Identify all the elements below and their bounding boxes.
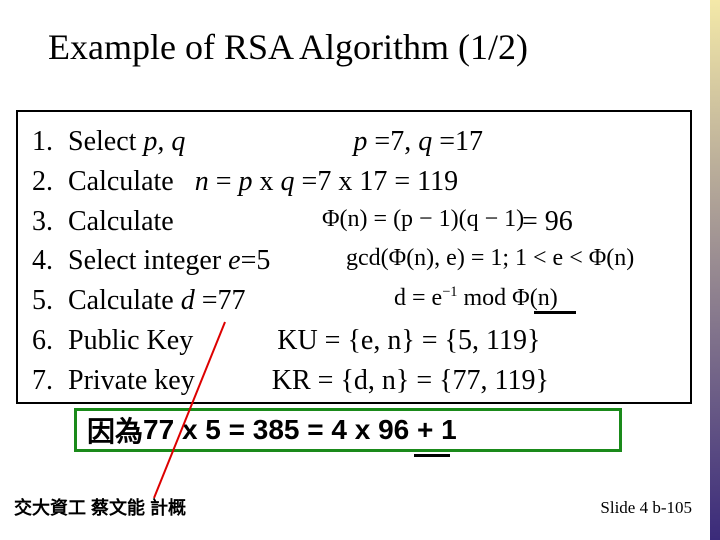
d-inverse-formula: d = e−1 mod Φ(n) [394, 281, 558, 315]
step-number: 2. [32, 162, 68, 202]
step-number: 1. [32, 122, 68, 162]
step-text: Select p, q p =7, q =17 [68, 122, 483, 162]
step-1: 1. Select p, q p =7, q =17 [32, 122, 676, 162]
step-2: 2. Calculate n = p x q =7 x 17 = 119 [32, 162, 676, 202]
step-number: 6. [32, 321, 68, 361]
note-chinese: 因為 [87, 410, 143, 450]
underline-mark [534, 311, 576, 314]
step-5: 5. Calculate d =77 d = e−1 mod Φ(n) [32, 281, 676, 321]
right-accent-bar [710, 0, 720, 540]
note-equation: 77 x 5 = 385 = 4 x 96 + 1 [143, 414, 457, 446]
equals-96: = 96 [522, 202, 573, 242]
step-text: Private key KR = {d, n} = {77, 119} [68, 361, 549, 401]
gcd-formula: gcd(Φ(n), e) = 1; 1 < e < Φ(n) [346, 241, 634, 275]
step-6: 6. Public Key KU = {e, n} = {5, 119} [32, 321, 676, 361]
note-box: 因為 77 x 5 = 385 = 4 x 96 + 1 [74, 408, 622, 452]
footer-left: 交大資工 蔡文能 計概 [14, 494, 186, 520]
step-text: Calculate n = p x q =7 x 17 = 119 [68, 162, 458, 202]
step-number: 3. [32, 202, 68, 242]
step-3: 3. Calculate Φ(n) = (p − 1)(q − 1) = 96 [32, 202, 676, 242]
step-text: Public Key KU = {e, n} = {5, 119} [68, 321, 540, 361]
phi-formula: Φ(n) = (p − 1)(q − 1) [322, 202, 524, 236]
step-number: 4. [32, 241, 68, 281]
step-7: 7. Private key KR = {d, n} = {77, 119} [32, 361, 676, 401]
slide-title: Example of RSA Algorithm (1/2) [48, 26, 528, 68]
content-box: 1. Select p, q p =7, q =17 2. Calculate … [16, 110, 692, 404]
step-number: 7. [32, 361, 68, 401]
step-number: 5. [32, 281, 68, 321]
footer-right: Slide 4 b-105 [600, 498, 692, 518]
underline-mark [414, 454, 450, 457]
step-text: Select integer e=5 [68, 241, 270, 281]
step-4: 4. Select integer e=5 gcd(Φ(n), e) = 1; … [32, 241, 676, 281]
step-text: Calculate d =77 [68, 281, 246, 321]
step-text: Calculate [68, 202, 174, 242]
